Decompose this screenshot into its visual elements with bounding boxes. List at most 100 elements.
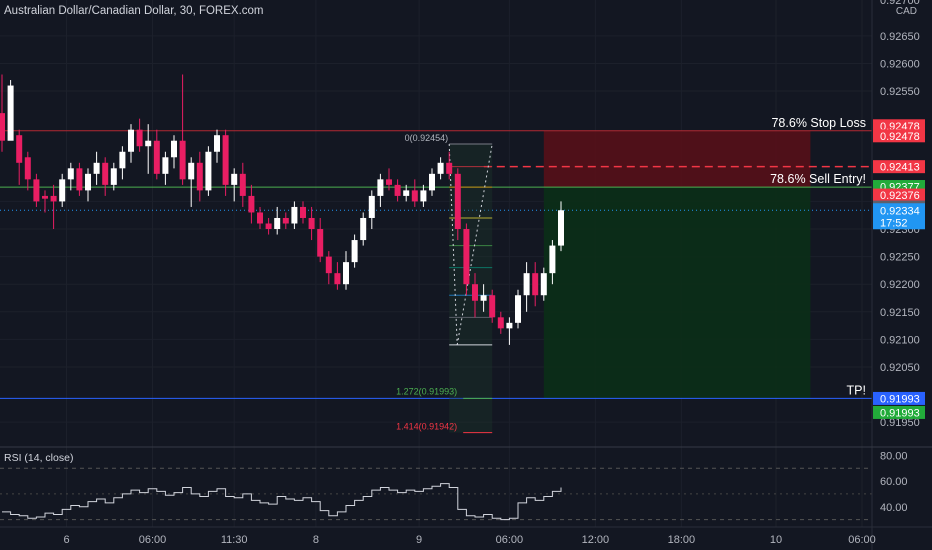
candle-body <box>497 317 504 329</box>
candle-body <box>239 173 246 196</box>
candle-body <box>205 151 212 191</box>
candle-body <box>231 173 238 185</box>
candle-body <box>325 256 332 274</box>
entry-label: 78.6% Sell Entry! <box>770 172 866 186</box>
price-tick-label: 0.92550 <box>880 86 920 98</box>
time-tick-label: 06:00 <box>139 534 167 546</box>
candle-body <box>411 190 418 202</box>
candle-body <box>24 157 31 180</box>
candle-body <box>102 162 109 185</box>
candle-body <box>489 295 496 318</box>
candle-body <box>360 217 367 241</box>
price-axis[interactable]: 0.926500.926000.925500.923500.923000.922… <box>873 0 925 429</box>
candle-body <box>549 245 556 274</box>
candle-body <box>85 173 91 191</box>
price-badge-label: 0.92478 <box>880 131 920 143</box>
candle-body <box>540 273 547 296</box>
candle-body <box>248 195 255 213</box>
candle-body <box>145 140 152 147</box>
candle-body <box>282 217 289 224</box>
candle-body <box>532 273 539 296</box>
candle-body <box>343 262 349 285</box>
candle-body <box>274 217 281 230</box>
candle-body <box>214 135 220 152</box>
position-tool[interactable] <box>543 130 811 399</box>
candle-body <box>420 190 427 202</box>
price-tick-label: 0.92050 <box>880 362 920 374</box>
time-tick-label: 12:00 <box>582 534 610 546</box>
rsi-tick-label: 80.00 <box>880 450 908 462</box>
candle-body <box>0 113 5 141</box>
candle-body <box>480 295 487 301</box>
candle-body <box>119 151 126 169</box>
candle-body <box>128 129 134 152</box>
price-badge-label: 0.91993 <box>880 393 920 405</box>
fib-label-0: 0(0.92454) <box>405 133 449 143</box>
candle-body <box>67 168 74 180</box>
time-tick-label: 6 <box>63 534 69 546</box>
candle-body <box>110 168 117 185</box>
candle-body <box>76 168 83 191</box>
price-tick-label: 0.92100 <box>880 334 920 346</box>
rsi-tick-label: 60.00 <box>880 476 908 488</box>
take-profit-zone[interactable] <box>543 187 811 399</box>
price-tick-label: 0.92250 <box>880 252 920 264</box>
candle-body <box>16 135 23 163</box>
chart-canvas[interactable]: 78.6% Stop Loss 78.6% Sell Entry! TP! 0(0.… <box>0 0 932 550</box>
candle-body <box>437 162 444 174</box>
candle-body <box>368 195 375 218</box>
price-tick-label: 0.92150 <box>880 307 920 319</box>
time-tick-label: 18:00 <box>668 534 696 546</box>
candle-body <box>523 273 530 296</box>
candle-body <box>394 184 401 196</box>
candle-body <box>463 229 470 285</box>
price-tick-label: 0.92600 <box>880 58 920 70</box>
candle-body <box>136 129 143 147</box>
candle-body <box>317 229 324 257</box>
rsi-title: RSI (14, close) <box>4 452 73 464</box>
candle-body <box>386 179 392 185</box>
currency-label: CAD <box>896 6 917 17</box>
candle-body <box>7 85 14 141</box>
time-tick-label: 9 <box>416 534 422 546</box>
candle-body <box>257 212 263 224</box>
candle-body <box>222 135 229 185</box>
price-badge-label: 0.92376 <box>880 190 920 202</box>
candle-body <box>188 162 195 180</box>
candle-body <box>351 240 358 263</box>
candle-body <box>403 190 410 196</box>
current-price-label: 0.92334 <box>880 205 920 217</box>
candle-body <box>291 206 298 224</box>
price-tick-label: 0.92200 <box>880 279 920 291</box>
time-tick-label: 06:00 <box>496 534 524 546</box>
price-badge-label: 0.91993 <box>880 407 920 419</box>
price-tick-label: 0.92650 <box>880 31 920 43</box>
candle-body <box>446 162 453 174</box>
time-tick-label: 10 <box>770 534 782 546</box>
fib-label-1272: 1.272(0.91993) <box>396 386 457 396</box>
rsi-tick-label: 40.00 <box>880 502 908 514</box>
candle-body <box>515 295 521 323</box>
fib-label-1414: 1.414(0.91942) <box>396 422 457 432</box>
stop-loss-label: 78.6% Stop Loss <box>771 116 866 130</box>
candle-body <box>429 173 435 191</box>
candle-body <box>93 162 100 174</box>
candle-body <box>377 179 384 196</box>
tp-label: TP! <box>847 383 866 397</box>
candle-body <box>42 195 48 199</box>
candle-body <box>472 284 478 301</box>
candle-body <box>162 157 169 174</box>
symbol-title: Australian Dollar/Canadian Dollar, 30, F… <box>4 5 264 17</box>
candle-body <box>196 162 203 191</box>
bar-countdown-label: 17:52 <box>880 217 908 229</box>
candle-body <box>506 322 513 329</box>
price-badge-label: 0.92413 <box>880 162 920 174</box>
candle-body <box>334 273 341 285</box>
candle-body <box>153 140 160 174</box>
candle-body <box>179 140 186 180</box>
time-tick-label: 06:00 <box>848 534 876 546</box>
candle-body <box>33 179 40 202</box>
time-tick-label: 8 <box>313 534 319 546</box>
candle-body <box>265 223 272 230</box>
candle-body <box>558 210 564 246</box>
